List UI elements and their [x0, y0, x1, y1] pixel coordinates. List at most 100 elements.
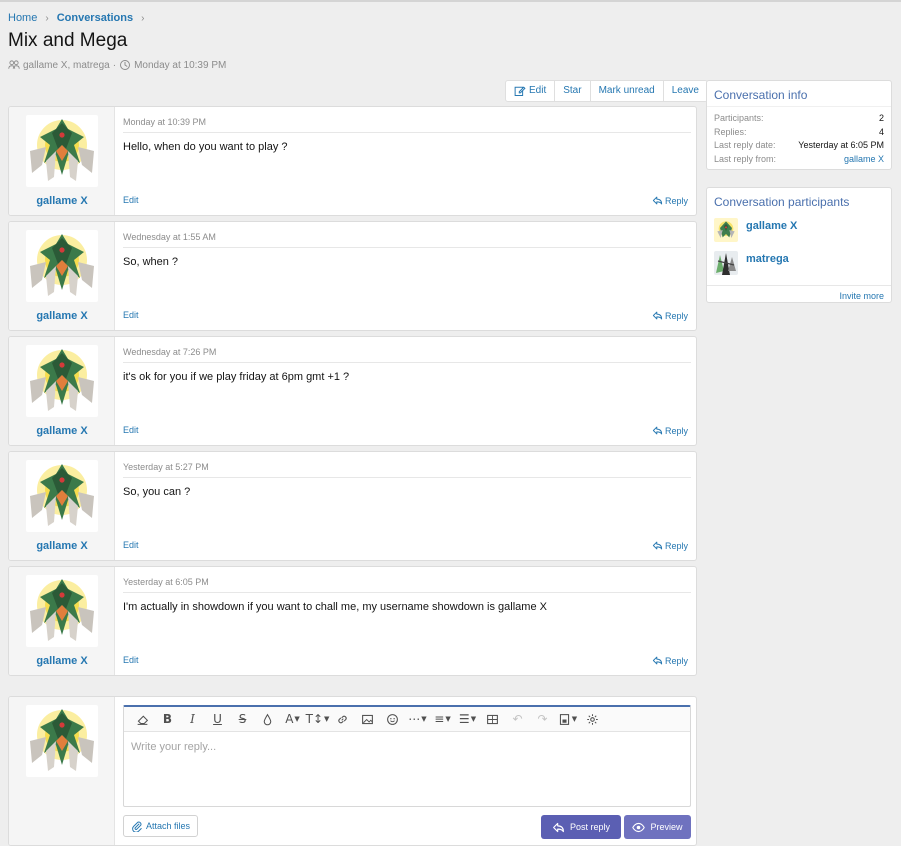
font-size-icon[interactable]: T↕ ▼ [305, 708, 330, 730]
meta-separator: · [112, 59, 117, 71]
undo-icon[interactable]: ↶ [505, 708, 530, 730]
invite-more-link[interactable]: Invite more [707, 285, 891, 306]
avatar[interactable] [26, 705, 98, 777]
edit-button[interactable]: Edit [506, 81, 554, 101]
font-family-icon[interactable]: A ▼ [280, 708, 305, 730]
bold-icon[interactable]: B [155, 708, 180, 730]
participant-name[interactable]: gallame X [746, 220, 797, 232]
reply-icon [553, 822, 564, 832]
message: gallame X Wednesday at 7:26 PM it's ok for… [8, 336, 697, 446]
underline-icon[interactable]: U [205, 708, 230, 730]
message-username[interactable]: gallame X [9, 195, 115, 207]
avatar[interactable] [714, 217, 738, 242]
edit-label: Edit [529, 85, 547, 96]
post-reply-button[interactable]: Post reply [541, 815, 621, 839]
color-drop-icon[interactable] [255, 708, 280, 730]
message-time[interactable]: Wednesday at 7:26 PM [123, 347, 691, 363]
top-divider [0, 0, 901, 2]
mark-unread-button[interactable]: Mark unread [589, 81, 663, 101]
message-username[interactable]: gallame X [9, 655, 115, 667]
avatar[interactable] [714, 250, 738, 275]
message-username[interactable]: gallame X [9, 425, 115, 437]
message-edit-link[interactable]: Edit [123, 425, 139, 435]
reply-icon [652, 426, 663, 435]
participants-list[interactable]: gallame X, matrega [23, 60, 110, 71]
message: gallame X Monday at 10:39 PM Hello, when d… [8, 106, 697, 216]
eraser-icon[interactable] [130, 708, 155, 730]
participants-title: Conversation participants [714, 195, 850, 209]
star-button[interactable]: Star [554, 81, 589, 101]
participant-matrega[interactable]: matrega [707, 246, 891, 279]
message-time[interactable]: Monday at 10:39 PM [123, 117, 691, 133]
message-edit-link[interactable]: Edit [123, 655, 139, 665]
message-reply-link[interactable]: Reply [652, 655, 688, 666]
info-last-reply-date: Last reply date: Yesterday at 6:05 PM [714, 140, 884, 150]
settings-gear-icon[interactable] [580, 708, 605, 730]
conversation-date: Monday at 10:39 PM [134, 59, 227, 71]
editor-toolbar: B I U S A ▼ T↕ ▼ ⋯ ▼ ≡ ▼ ☰ ▼ ↶ ↷ ▼ [124, 707, 690, 732]
last-reply-user-link[interactable]: gallame X [844, 153, 884, 167]
message-user-column: gallame X [9, 452, 115, 560]
chevron-right-icon: › [141, 12, 145, 24]
breadcrumb: Home › Conversations › [8, 12, 148, 24]
leave-button[interactable]: Leave [662, 81, 707, 101]
preview-label: Preview [650, 822, 683, 832]
align-icon[interactable]: ≡ ▼ [430, 708, 455, 730]
message-username[interactable]: gallame X [9, 540, 115, 552]
message-reply-label: Reply [664, 425, 688, 436]
message-reply-link[interactable]: Reply [652, 310, 688, 321]
message-reply-label: Reply [664, 310, 688, 321]
image-icon[interactable] [355, 708, 380, 730]
more-options-icon[interactable]: ⋯ ▼ [405, 708, 430, 730]
reply-icon [652, 656, 663, 665]
breadcrumb-home[interactable]: Home [8, 12, 37, 24]
reply-icon [652, 196, 663, 205]
smiley-icon[interactable] [380, 708, 405, 730]
avatar[interactable] [26, 115, 98, 187]
message-reply-label: Reply [664, 195, 688, 206]
message-username[interactable]: gallame X [9, 310, 115, 322]
reply-icon [652, 541, 663, 550]
post-reply-label: Post reply [569, 822, 611, 832]
table-icon[interactable] [480, 708, 505, 730]
link-icon[interactable] [330, 708, 355, 730]
message-time[interactable]: Yesterday at 6:05 PM [123, 577, 691, 593]
attach-files-button[interactable]: Attach files [123, 815, 199, 837]
message-reply-link[interactable]: Reply [652, 540, 688, 551]
info-replies: Replies: 4 [714, 126, 884, 137]
clock-icon [120, 60, 131, 70]
message-time[interactable]: Wednesday at 1:55 AM [123, 232, 691, 248]
participant-gallame[interactable]: gallame X [707, 213, 891, 246]
message-reply-link[interactable]: Reply [652, 195, 688, 206]
users-icon [8, 60, 20, 69]
participant-name[interactable]: matrega [746, 253, 789, 265]
redo-icon[interactable]: ↷ [530, 708, 555, 730]
avatar[interactable] [26, 345, 98, 417]
list-icon[interactable]: ☰ ▼ [455, 708, 480, 730]
breadcrumb-conversations[interactable]: Conversations [57, 12, 133, 24]
conversation-participants-block: Conversation participants gallame X matr… [706, 187, 892, 303]
message-time[interactable]: Yesterday at 5:27 PM [123, 462, 691, 478]
message-edit-link[interactable]: Edit [123, 310, 139, 320]
reply-input[interactable]: Write your reply... [124, 732, 690, 762]
avatar[interactable] [26, 230, 98, 302]
drafts-icon[interactable]: ▼ [555, 708, 580, 730]
reply-icon [652, 311, 663, 320]
message-edit-link[interactable]: Edit [123, 195, 139, 205]
chevron-right-icon: › [45, 12, 49, 24]
conversation-info-block: Conversation info Participants: 2 Replies… [706, 80, 892, 170]
message-reply-label: Reply [664, 655, 688, 666]
avatar[interactable] [26, 575, 98, 647]
message-edit-link[interactable]: Edit [123, 540, 139, 550]
message-reply-link[interactable]: Reply [652, 425, 688, 436]
conversation-meta: gallame X, matrega · Monday at 10:39 PM [8, 59, 226, 71]
message-body: So, when ? [123, 256, 179, 268]
quick-reply: B I U S A ▼ T↕ ▼ ⋯ ▼ ≡ ▼ ☰ ▼ ↶ ↷ ▼ Write your… [8, 696, 697, 846]
reply-user-column [9, 697, 115, 845]
avatar[interactable] [26, 460, 98, 532]
message-user-column: gallame X [9, 337, 115, 445]
preview-button[interactable]: Preview [624, 815, 691, 839]
italic-icon[interactable]: I [180, 708, 205, 730]
message: gallame X Yesterday at 5:27 PM So, you can… [8, 451, 697, 561]
strikethrough-icon[interactable]: S [230, 708, 255, 730]
